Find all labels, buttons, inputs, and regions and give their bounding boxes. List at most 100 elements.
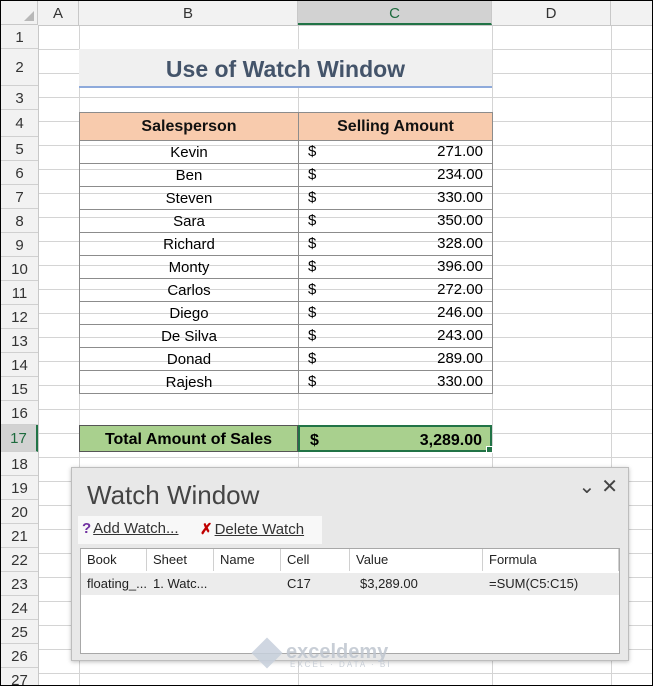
salesperson-cell[interactable]: Monty — [79, 255, 299, 279]
close-icon[interactable]: ✕ — [601, 476, 618, 498]
row-header[interactable]: 5 — [1, 137, 38, 161]
amount-value: 328.00 — [437, 235, 483, 252]
currency-symbol: $ — [308, 304, 317, 321]
salesperson-cell[interactable]: Richard — [79, 232, 299, 256]
column-header-c[interactable]: C — [298, 1, 492, 25]
currency-symbol: $ — [308, 166, 317, 183]
row-header[interactable]: 21 — [1, 524, 38, 548]
row-header[interactable]: 19 — [1, 476, 38, 500]
row-header[interactable]: 10 — [1, 257, 38, 281]
total-value-cell-selected[interactable]: $ 3,289.00 — [298, 425, 493, 453]
watch-name — [214, 573, 281, 595]
row-header[interactable]: 8 — [1, 209, 38, 233]
row-header[interactable]: 4 — [1, 110, 38, 137]
delete-watch-button[interactable]: ✗ Delete Watch — [200, 520, 304, 538]
delete-watch-icon: ✗ — [200, 521, 213, 538]
salesperson-cell[interactable]: Diego — [79, 301, 299, 325]
amount-cell[interactable]: $272.00 — [298, 278, 493, 302]
row-header[interactable]: 1 — [1, 25, 38, 49]
currency-symbol: $ — [308, 258, 317, 275]
amount-cell[interactable]: $289.00 — [298, 347, 493, 371]
row-header[interactable]: 25 — [1, 620, 38, 644]
row-header[interactable]: 3 — [1, 86, 38, 110]
col-sheet[interactable]: Sheet — [147, 549, 214, 571]
salesperson-cell[interactable]: Donad — [79, 347, 299, 371]
amount-cell[interactable]: $330.00 — [298, 186, 493, 210]
row-header[interactable]: 7 — [1, 185, 38, 209]
table-row: Diego $246.00 — [79, 301, 493, 325]
amount-value: 272.00 — [437, 281, 483, 298]
currency-symbol: $ — [308, 143, 317, 160]
salesperson-cell[interactable]: Sara — [79, 209, 299, 233]
amount-cell[interactable]: $271.00 — [298, 140, 493, 164]
column-header-a[interactable]: A — [38, 1, 79, 25]
currency-symbol: $ — [308, 189, 317, 206]
salesperson-cell[interactable]: Ben — [79, 163, 299, 187]
watch-book: floating_... — [87, 576, 147, 591]
currency-symbol: $ — [310, 432, 319, 449]
amount-cell[interactable]: $328.00 — [298, 232, 493, 256]
salesperson-cell[interactable]: De Silva — [79, 324, 299, 348]
watch-value: $3,289.00 — [360, 576, 418, 591]
row-header[interactable]: 24 — [1, 596, 38, 620]
sales-table: Salesperson Selling Amount Kevin $271.00 … — [79, 112, 493, 394]
fill-handle[interactable] — [486, 446, 493, 453]
header-salesperson[interactable]: Salesperson — [79, 112, 299, 141]
watch-list: Book Sheet Name Cell Value Formula float… — [80, 548, 620, 654]
select-all-button[interactable] — [1, 1, 38, 25]
salesperson-cell[interactable]: Carlos — [79, 278, 299, 302]
row-header[interactable]: 2 — [1, 49, 38, 86]
amount-cell[interactable]: $234.00 — [298, 163, 493, 187]
table-row: Rajesh $330.00 — [79, 370, 493, 394]
watch-list-header: Book Sheet Name Cell Value Formula — [81, 549, 619, 571]
watch-formula: =SUM(C5:C15) — [489, 576, 579, 591]
row-header[interactable]: 11 — [1, 281, 38, 305]
salesperson-cell[interactable]: Rajesh — [79, 370, 299, 394]
row-header[interactable]: 20 — [1, 500, 38, 524]
row-header[interactable]: 26 — [1, 644, 38, 668]
salesperson-cell[interactable]: Steven — [79, 186, 299, 210]
watch-list-row[interactable]: floating_... 1. Watc... C17 $3,289.00 =S… — [81, 573, 619, 595]
row-header[interactable]: 13 — [1, 329, 38, 353]
row-header[interactable]: 12 — [1, 305, 38, 329]
amount-value: 243.00 — [437, 327, 483, 344]
amount-cell[interactable]: $243.00 — [298, 324, 493, 348]
exceldemy-watermark: exceldemy EXCEL · DATA · BI — [251, 637, 391, 669]
row-header[interactable]: 27 — [1, 668, 38, 685]
watch-window-panel: Watch Window ⌄ ✕ ? Add Watch... ✗ Delete Wa… — [71, 467, 629, 661]
header-selling-amount[interactable]: Selling Amount — [298, 112, 493, 141]
row-header[interactable]: 17 — [1, 425, 38, 452]
col-book[interactable]: Book — [81, 549, 147, 571]
col-value[interactable]: Value — [350, 549, 483, 571]
row-header[interactable]: 9 — [1, 233, 38, 257]
amount-cell[interactable]: $350.00 — [298, 209, 493, 233]
row-header[interactable]: 6 — [1, 161, 38, 185]
select-all-triangle-icon — [24, 11, 34, 21]
watch-window-title[interactable]: Watch Window — [87, 480, 259, 511]
row-header[interactable]: 14 — [1, 353, 38, 377]
amount-cell[interactable]: $246.00 — [298, 301, 493, 325]
row-header[interactable]: 22 — [1, 548, 38, 572]
chevron-down-icon[interactable]: ⌄ — [578, 476, 595, 498]
row-header[interactable]: 23 — [1, 572, 38, 596]
salesperson-cell[interactable]: Kevin — [79, 140, 299, 164]
row-header[interactable]: 18 — [1, 452, 38, 476]
total-label-cell[interactable]: Total Amount of Sales — [79, 425, 298, 452]
column-header-d[interactable]: D — [492, 1, 611, 25]
exceldemy-logo-icon — [251, 637, 283, 669]
col-name[interactable]: Name — [214, 549, 281, 571]
table-row: Steven $330.00 — [79, 186, 493, 210]
sheet-title[interactable]: Use of Watch Window — [79, 49, 492, 88]
row-header[interactable]: 15 — [1, 377, 38, 401]
amount-value: 271.00 — [437, 143, 483, 160]
col-cell[interactable]: Cell — [281, 549, 350, 571]
watch-sheet: 1. Watc... — [153, 576, 208, 591]
row-header[interactable]: 16 — [1, 401, 38, 425]
amount-cell[interactable]: $330.00 — [298, 370, 493, 394]
currency-symbol: $ — [308, 212, 317, 229]
amount-cell[interactable]: $396.00 — [298, 255, 493, 279]
column-header-b[interactable]: B — [79, 1, 298, 25]
col-formula[interactable]: Formula — [483, 549, 619, 571]
add-watch-button[interactable]: ? Add Watch... — [82, 520, 178, 537]
table-row: Kevin $271.00 — [79, 140, 493, 164]
